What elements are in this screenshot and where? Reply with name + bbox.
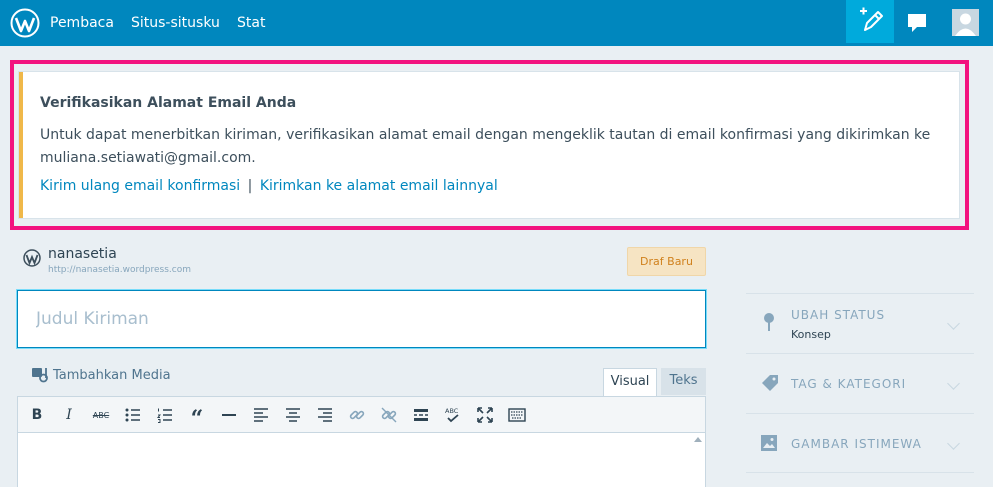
tab-text[interactable]: Teks xyxy=(661,368,706,395)
strikethrough-icon[interactable]: ABC xyxy=(92,406,110,424)
wordpress-logo-icon[interactable] xyxy=(10,8,40,38)
change-email-link[interactable]: Kirimkan ke alamat email lainnyal xyxy=(260,178,498,194)
bold-icon[interactable]: B xyxy=(28,406,46,424)
sidebar-tags-section[interactable]: TAG & KATEGORI xyxy=(746,353,974,413)
fullscreen-icon[interactable] xyxy=(476,406,494,424)
user-avatar[interactable] xyxy=(952,9,979,36)
insert-link-icon[interactable] xyxy=(348,406,366,424)
toolbar-toggle-icon[interactable] xyxy=(508,406,526,424)
media-icon xyxy=(32,368,48,383)
horizontal-line-icon[interactable] xyxy=(220,406,238,424)
notice-title: Verifikasikan Alamat Email Anda xyxy=(40,95,297,111)
notice-body: Untuk dapat menerbitkan kiriman, verifik… xyxy=(40,127,931,166)
read-more-icon[interactable] xyxy=(412,406,430,424)
tab-visual[interactable]: Visual xyxy=(603,368,657,396)
chevron-down-icon xyxy=(947,437,960,450)
tags-label: TAG & KATEGORI xyxy=(791,377,907,391)
top-bar: Pembaca Situs-situsku Stat xyxy=(0,0,993,46)
sidebar-status-section[interactable]: UBAH STATUS Konsep xyxy=(746,293,974,353)
status-label: UBAH STATUS xyxy=(791,308,886,322)
editor-area[interactable]: B I ABC “ ABC xyxy=(17,396,706,487)
italic-icon[interactable]: I xyxy=(60,406,78,424)
blockquote-icon[interactable]: “ xyxy=(188,406,206,432)
scrollbar-up-arrow[interactable] xyxy=(694,437,702,442)
align-left-icon[interactable] xyxy=(252,406,270,424)
draft-status-badge: Draf Baru xyxy=(627,247,706,276)
sidebar-featured-image-section[interactable]: GAMBAR ISTIMEWA xyxy=(746,413,974,473)
spellcheck-icon[interactable]: ABC xyxy=(444,406,462,424)
site-wordpress-icon xyxy=(23,249,41,267)
notifications-icon[interactable] xyxy=(906,12,928,34)
nav-my-sites[interactable]: Situs-situsku xyxy=(131,14,220,32)
chevron-down-icon xyxy=(947,377,960,390)
remove-link-icon[interactable] xyxy=(380,406,398,424)
site-url: http://nanasetia.wordpress.com xyxy=(48,265,191,275)
link-separator: | xyxy=(247,178,253,194)
nav-reader[interactable]: Pembaca xyxy=(50,14,114,32)
tag-icon xyxy=(762,375,778,391)
write-pencil-icon xyxy=(860,7,883,31)
featured-image-label: GAMBAR ISTIMEWA xyxy=(791,437,922,451)
numbered-list-icon[interactable] xyxy=(156,406,174,424)
chevron-down-icon xyxy=(947,317,960,330)
write-post-button[interactable] xyxy=(846,0,894,43)
site-name: nanasetia xyxy=(48,246,117,262)
editor-toolbar: B I ABC “ ABC xyxy=(18,397,705,433)
nav-stats[interactable]: Stat xyxy=(237,14,265,32)
post-title-input[interactable] xyxy=(17,290,706,348)
add-media-button[interactable]: Tambahkan Media xyxy=(31,365,171,383)
align-right-icon[interactable] xyxy=(316,406,334,424)
bullet-list-icon[interactable] xyxy=(124,406,142,424)
avatar-person-icon xyxy=(952,9,979,36)
pin-icon xyxy=(764,313,774,331)
status-value: Konsep xyxy=(791,328,831,341)
add-media-label: Tambahkan Media xyxy=(53,368,171,383)
svg-text:ABC: ABC xyxy=(445,407,459,415)
resend-confirmation-link[interactable]: Kirim ulang email konfirmasi xyxy=(40,178,240,194)
notice-links: Kirim ulang email konfirmasi | Kirimkan … xyxy=(40,178,498,194)
align-center-icon[interactable] xyxy=(284,406,302,424)
email-verification-notice: Verifikasikan Alamat Email Anda Untuk da… xyxy=(19,72,959,218)
image-icon xyxy=(761,435,777,451)
